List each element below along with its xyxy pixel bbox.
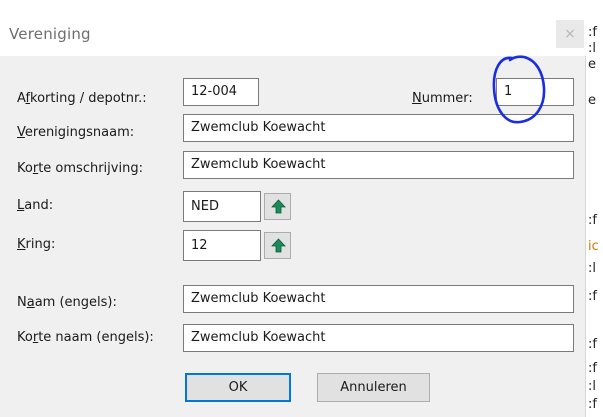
- label-part: korting / depotnr.:: [30, 91, 147, 106]
- background-app-strip: :f :l e e :f ic :l :f :f :f :l :f: [586, 0, 603, 417]
- green-up-arrow-icon: [271, 199, 286, 214]
- label-part: ring:: [25, 237, 56, 252]
- afkorting-label: Afkorting / depotnr.:: [17, 91, 147, 106]
- land-label: Land:: [17, 198, 53, 213]
- label-part: N: [17, 295, 27, 310]
- background-glyph: e: [588, 93, 596, 108]
- label-part: erenigingsnaam:: [24, 125, 135, 140]
- nummer-label: Nummer:: [412, 91, 473, 106]
- dialog-title: Vereniging: [9, 25, 91, 43]
- vereniging-dialog: Vereniging × Afkorting / depotnr.: 12-00…: [0, 12, 586, 417]
- background-glyph: :f: [588, 337, 597, 352]
- background-glyph: :l: [588, 41, 596, 56]
- background-glyph: :f: [588, 361, 597, 376]
- kring-input[interactable]: 12: [183, 230, 261, 261]
- naam-engels-input[interactable]: Zwemclub Koewacht: [183, 285, 574, 313]
- close-icon: ×: [564, 26, 576, 42]
- accelerator-key: a: [26, 295, 35, 310]
- korte-omschrijving-input[interactable]: Zwemclub Koewacht: [183, 151, 574, 179]
- verenigingsnaam-label: Verenigingsnaam:: [17, 125, 134, 140]
- background-glyph: :l: [588, 261, 596, 276]
- accelerator-key: K: [17, 237, 26, 252]
- verenigingsnaam-input[interactable]: Zwemclub Koewacht: [183, 114, 574, 142]
- close-button[interactable]: ×: [556, 20, 584, 48]
- kring-label: Kring:: [17, 237, 55, 252]
- naam-engels-label: Naam (engels):: [17, 295, 117, 310]
- korte-naam-engels-label: Korte naam (engels):: [17, 330, 154, 345]
- label-part: ummer:: [421, 91, 473, 106]
- dialog-titlebar: Vereniging ×: [0, 12, 586, 56]
- land-lookup-button[interactable]: [264, 193, 291, 220]
- kring-lookup-button[interactable]: [264, 232, 291, 259]
- background-glyph: :f: [588, 213, 597, 228]
- korte-naam-engels-input[interactable]: Zwemclub Koewacht: [183, 324, 574, 352]
- background-glyph: :f: [588, 289, 597, 304]
- label-part: Ko: [17, 161, 33, 176]
- afkorting-input[interactable]: 12-004: [183, 78, 259, 106]
- background-glyph: e: [588, 57, 596, 72]
- label-part: am (engels):: [34, 295, 117, 310]
- screenshot-stage: :f :l e e :f ic :l :f :f :f :l :f Vereni…: [0, 0, 603, 417]
- korte-omschrijving-label: Korte omschrijving:: [17, 161, 143, 176]
- land-input[interactable]: NED: [183, 191, 261, 222]
- label-part: and:: [24, 198, 54, 213]
- ok-button[interactable]: OK: [185, 373, 291, 402]
- background-glyph: :f: [588, 25, 597, 40]
- background-glyph: ic: [588, 239, 599, 254]
- cancel-button[interactable]: Annuleren: [317, 373, 430, 402]
- background-glyph: :l: [588, 379, 596, 394]
- label-part: te omschrijving:: [38, 161, 143, 176]
- nummer-input[interactable]: 1: [496, 78, 574, 106]
- background-glyph: :f: [588, 397, 597, 412]
- label-part: te naam (engels):: [38, 330, 154, 345]
- label-part: Ko: [17, 330, 33, 345]
- accelerator-key: V: [17, 125, 25, 140]
- accelerator-key: N: [412, 91, 422, 106]
- green-up-arrow-icon: [271, 238, 286, 253]
